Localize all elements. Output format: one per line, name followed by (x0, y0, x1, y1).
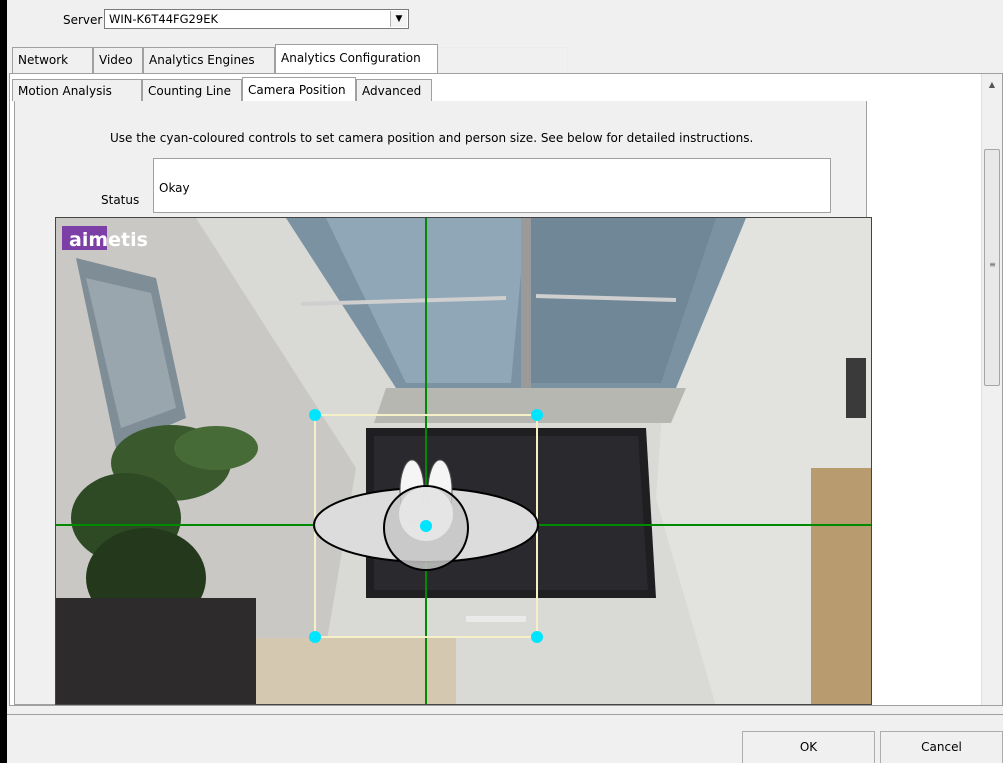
tab-network[interactable]: Network (12, 47, 93, 73)
status-label: Status (101, 193, 140, 207)
cancel-button[interactable]: Cancel (880, 731, 1003, 763)
status-field: Okay (153, 158, 831, 213)
watermark-logo: aimetis (69, 229, 148, 251)
status-value: Okay (159, 181, 190, 195)
tab-hidden (438, 47, 568, 73)
tab-camera-position[interactable]: Camera Position (242, 77, 356, 102)
ok-button[interactable]: OK (742, 731, 875, 763)
chevron-down-icon[interactable]: ▼ (390, 11, 407, 27)
top-left-handle[interactable] (309, 409, 321, 421)
divider (7, 714, 1003, 715)
tab-motion-analysis[interactable]: Motion Analysis (12, 79, 142, 101)
server-select[interactable]: WIN-K6T44FG29EK ▼ (104, 9, 409, 29)
scroll-up-icon[interactable]: ▲ (982, 76, 1002, 93)
bottom-right-handle[interactable] (531, 631, 543, 643)
tab-counting-line[interactable]: Counting Line (142, 79, 242, 101)
tab-video[interactable]: Video (93, 47, 143, 73)
analytics-configuration-panel: Motion Analysis Counting Line Camera Pos… (9, 73, 1003, 706)
scroll-thumb[interactable]: ≡ (984, 149, 1000, 386)
camera-position-panel: Use the cyan-coloured controls to set ca… (14, 101, 872, 705)
vertical-scrollbar[interactable]: ▲ ≡ (981, 74, 1002, 705)
center-handle[interactable] (420, 520, 432, 532)
grip-icon: ≡ (989, 260, 996, 269)
server-row: Server WIN-K6T44FG29EK ▼ (7, 8, 1003, 34)
analytics-config-window: Server WIN-K6T44FG29EK ▼ Network Video A… (7, 0, 1003, 763)
top-right-handle[interactable] (531, 409, 543, 421)
server-select-value: WIN-K6T44FG29EK (109, 12, 218, 26)
camera-view[interactable]: aimetis (55, 217, 872, 705)
dialog-button-bar: OK Cancel (7, 706, 1003, 763)
tab-analytics-configuration[interactable]: Analytics Configuration (275, 44, 438, 74)
tab-analytics-engines[interactable]: Analytics Engines (143, 47, 275, 73)
camera-image: aimetis (56, 218, 871, 704)
instructions-text: Use the cyan-coloured controls to set ca… (110, 131, 754, 145)
server-label: Server (63, 13, 103, 27)
tab-advanced[interactable]: Advanced (356, 79, 432, 101)
bottom-left-handle[interactable] (309, 631, 321, 643)
